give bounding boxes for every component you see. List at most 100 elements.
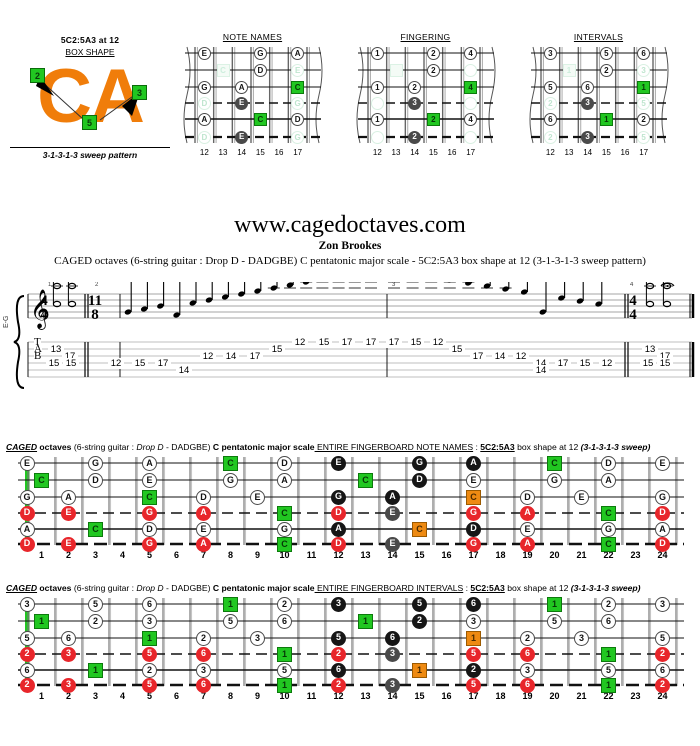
fret-number: 19 bbox=[522, 550, 533, 560]
fret-marker: 5 bbox=[547, 613, 562, 629]
site-title: www.cagedoctaves.com bbox=[234, 212, 466, 238]
heading-segment: Drop D bbox=[136, 583, 164, 593]
fret-marker: 2 bbox=[655, 646, 670, 662]
fret-marker: 5 bbox=[331, 630, 346, 646]
fret-marker: D bbox=[331, 505, 346, 521]
fret-number: 4 bbox=[119, 550, 125, 560]
fret-number: 17 bbox=[293, 148, 303, 157]
fret-number: 11 bbox=[306, 691, 317, 701]
tab-fret-number: 15 bbox=[640, 358, 656, 369]
fret-marker: 1 bbox=[562, 63, 576, 77]
tab-fret-number: 12 bbox=[292, 337, 308, 348]
tab-fret-number: 15 bbox=[316, 337, 332, 348]
fret-number: 10 bbox=[279, 691, 290, 701]
fret-marker: D bbox=[655, 536, 670, 552]
tab-fret-number: 15 bbox=[449, 344, 465, 355]
fret-number: 22 bbox=[603, 691, 614, 701]
svg-text:1: 1 bbox=[48, 282, 52, 288]
fret-marker: D bbox=[520, 489, 535, 505]
tab-fret-number: 12 bbox=[108, 358, 124, 369]
logo-sweep-pattern: 3-1-3-1-3 sweep pattern bbox=[10, 147, 170, 160]
fret-marker: 3 bbox=[466, 613, 481, 629]
fret-number: 13 bbox=[360, 691, 371, 701]
fret-marker: 2 bbox=[331, 677, 346, 693]
fret-marker: C bbox=[88, 521, 103, 537]
fret-marker: 2 bbox=[331, 646, 346, 662]
fret-marker: 6 bbox=[520, 646, 535, 662]
fret-number: 22 bbox=[603, 550, 614, 560]
fret-marker: 2 bbox=[426, 112, 440, 126]
fret-number-row-intervals: 1 2 3 4 5 6 7 8 9 10 11 12 13 14 15 16 17 18 19 20 21 22 23 24 bbox=[18, 691, 684, 705]
fret-marker: A bbox=[197, 112, 211, 126]
fret-number: 12 bbox=[333, 550, 344, 560]
fret-marker: C bbox=[142, 489, 157, 505]
fret-marker: G bbox=[331, 489, 346, 505]
fret-number: 15 bbox=[255, 148, 265, 157]
fret-marker: A bbox=[466, 455, 481, 471]
fret-marker: 1 bbox=[466, 630, 481, 646]
fret-marker: A bbox=[235, 80, 249, 94]
fret-marker: A bbox=[655, 521, 670, 537]
fret-marker: A bbox=[331, 521, 346, 537]
fret-marker: 3 bbox=[250, 630, 265, 646]
fret-marker: G bbox=[197, 80, 211, 94]
fret-marker: G bbox=[412, 455, 427, 471]
tab-fret-number: 15 bbox=[577, 358, 593, 369]
fret-marker: 2 bbox=[408, 80, 422, 94]
author-name: Zon Brookes bbox=[318, 240, 382, 252]
fret-marker: 6 bbox=[637, 46, 651, 60]
fret-number: 15 bbox=[428, 148, 438, 157]
fret-number: 12 bbox=[372, 148, 382, 157]
fret-marker: 6 bbox=[61, 630, 76, 646]
fret-marker: C bbox=[253, 112, 267, 126]
fret-number: 16 bbox=[441, 691, 452, 701]
fret-number: 8 bbox=[227, 691, 233, 701]
fret-marker: 3 bbox=[331, 596, 346, 612]
fret-number: 17 bbox=[466, 148, 476, 157]
fret-marker: 3 bbox=[581, 96, 595, 110]
svg-text:4: 4 bbox=[40, 307, 48, 323]
fret-marker bbox=[464, 96, 478, 110]
fret-marker: E bbox=[61, 536, 76, 552]
fret-number: 17 bbox=[468, 691, 479, 701]
heading-segment: (3-1-3-1-3 sweep) bbox=[580, 442, 651, 452]
fret-marker: G bbox=[142, 505, 157, 521]
heading-segment: box shape at 12 bbox=[514, 442, 581, 452]
heading-segment: (6-string guitar : bbox=[73, 583, 137, 593]
fret-number-row-note-names: 1 2 3 4 5 6 7 8 9 10 11 12 13 14 15 16 17 18 19 20 21 22 23 24 bbox=[18, 550, 684, 564]
fret-number: 12 bbox=[333, 691, 344, 701]
svg-text:4: 4 bbox=[629, 307, 637, 323]
heading-segment: box shape at 12 bbox=[504, 583, 571, 593]
fret-marker: 6 bbox=[19, 662, 35, 678]
fret-number: 21 bbox=[576, 550, 587, 560]
fret-marker: 5 bbox=[223, 613, 238, 629]
fret-marker: C bbox=[601, 505, 616, 521]
fret-marker: 1 bbox=[34, 613, 49, 629]
fret-number: 7 bbox=[200, 691, 206, 701]
fret-marker: C bbox=[412, 521, 427, 537]
fret-marker: 5 bbox=[655, 630, 670, 646]
fret-marker: D bbox=[19, 536, 35, 552]
fret-marker bbox=[464, 130, 478, 144]
tab-fret-number: 17 bbox=[339, 337, 355, 348]
fret-marker: 2 bbox=[408, 130, 422, 144]
fret-marker: G bbox=[223, 472, 238, 488]
fret-marker: D bbox=[197, 96, 211, 110]
fret-marker: C bbox=[358, 472, 373, 488]
fret-number: 4 bbox=[119, 691, 125, 701]
svg-text:2: 2 bbox=[95, 282, 99, 288]
fret-marker: 6 bbox=[655, 662, 670, 678]
fret-marker: A bbox=[61, 489, 76, 505]
tab-fret-number: 15 bbox=[63, 358, 79, 369]
heading-segment: 5C2:5A3 bbox=[480, 442, 515, 452]
fret-marker: 1 bbox=[370, 46, 384, 60]
fret-marker: 5 bbox=[637, 96, 651, 110]
tab-fret-number: 17 bbox=[155, 358, 171, 369]
fret-marker: 2 bbox=[426, 46, 440, 60]
fret-number: 2 bbox=[65, 550, 71, 560]
fret-marker: 5 bbox=[466, 646, 481, 662]
fret-number: 24 bbox=[657, 550, 668, 560]
fret-marker: 5 bbox=[142, 646, 157, 662]
tab-fret-number: 17 bbox=[363, 337, 379, 348]
heading-segment: 5C2:5A3 bbox=[470, 583, 505, 593]
